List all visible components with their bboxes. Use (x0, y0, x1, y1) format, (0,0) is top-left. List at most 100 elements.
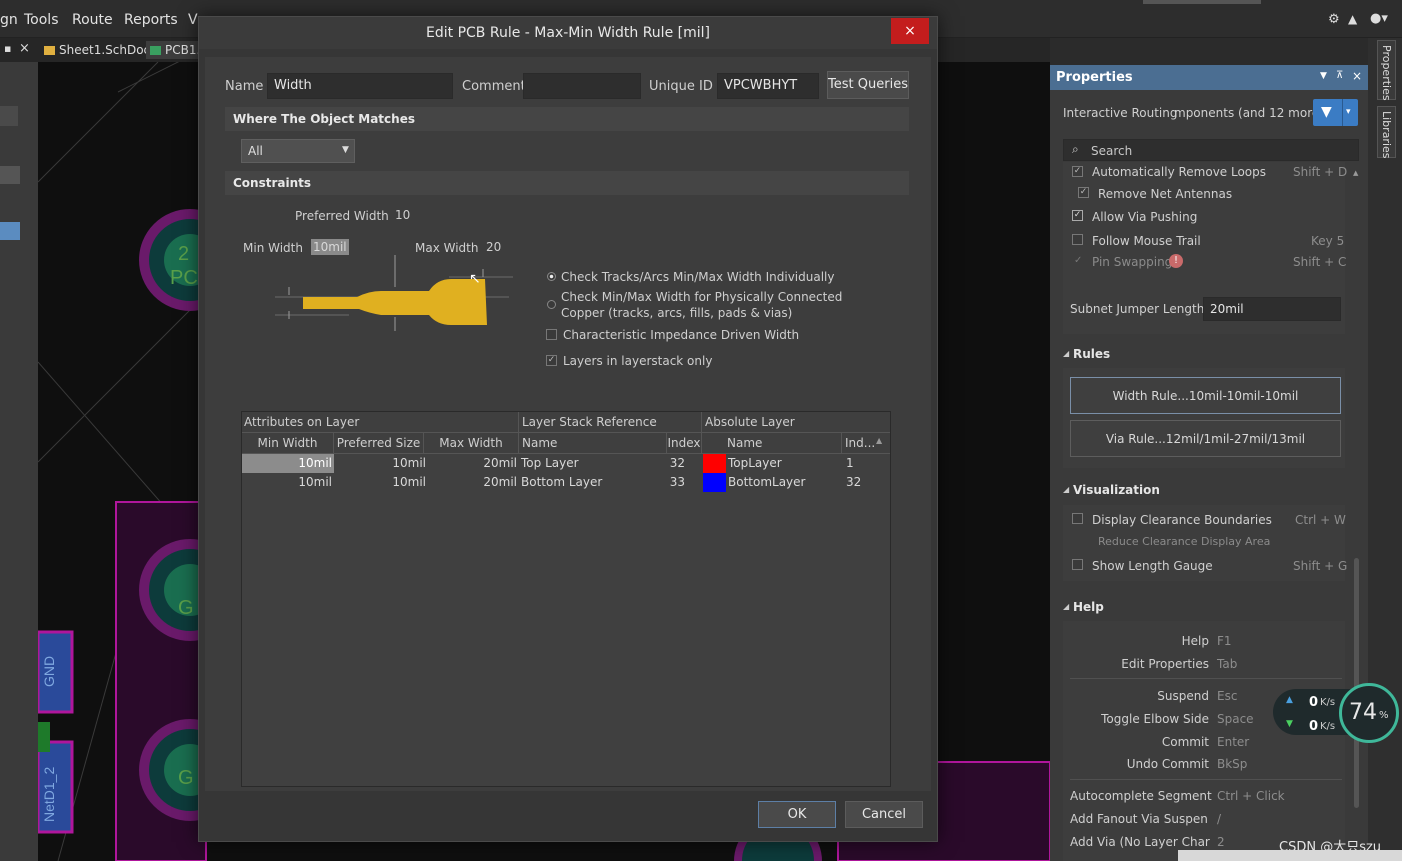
table-row-1-max[interactable]: 20mil (424, 454, 519, 473)
visualization-section-title[interactable]: Visualization (1073, 483, 1160, 497)
menu-route[interactable]: Route (72, 12, 113, 28)
allow-via-pushing-label[interactable]: Allow Via Pushing (1092, 210, 1197, 224)
help-section-title[interactable]: Help (1073, 600, 1104, 614)
table-row-2-pref[interactable]: 10mil (334, 473, 426, 492)
search-placeholder: Search (1091, 144, 1133, 158)
col-abs-index[interactable]: Ind... (842, 433, 890, 454)
follow-mouse-trail-label[interactable]: Follow Mouse Trail (1092, 234, 1201, 248)
filter-button[interactable]: ▼ ▾ (1313, 99, 1358, 126)
table-row-2-index: 33 (669, 475, 685, 489)
side-tab-properties[interactable]: Properties (1377, 40, 1396, 101)
via-rule-button[interactable]: Via Rule...12mil/1mil-27mil/13mil (1070, 420, 1341, 457)
table-row-1-index: 32 (669, 456, 685, 470)
layerstack-checkbox[interactable]: ✓ (546, 355, 557, 366)
unique-id-input[interactable]: VPCWBHYT (717, 73, 819, 99)
help-label: Commit (1161, 735, 1209, 749)
follow-mouse-trail-checkbox[interactable] (1072, 234, 1083, 245)
col-name[interactable]: Name (519, 433, 667, 454)
help-label: Autocomplete Segment (1070, 789, 1212, 803)
remove-antennas-checkbox[interactable]: ✓ (1078, 187, 1089, 198)
search-icon: ⌕ (1072, 142, 1079, 156)
display-clearance-label[interactable]: Display Clearance Boundaries (1092, 513, 1272, 527)
close-icon[interactable]: × (19, 41, 30, 56)
menu-reports[interactable]: Reports (124, 12, 178, 28)
gear-icon[interactable]: ⚙ (1328, 12, 1340, 27)
scroll-up-icon[interactable]: ▲ (1353, 169, 1359, 179)
help-key: Ctrl + Click (1217, 789, 1285, 803)
collapse-icon[interactable]: ◢ (1063, 349, 1069, 358)
auto-remove-loops-checkbox[interactable]: ✓ (1072, 166, 1083, 177)
table-row-2-max[interactable]: 20mil (424, 473, 519, 492)
impedance-checkbox[interactable] (546, 329, 557, 340)
match-select[interactable]: All ▼ (241, 139, 355, 163)
edit-pcb-rule-dialog: Edit PCB Rule - Max-Min Width Rule [mil]… (198, 16, 938, 842)
strip-button[interactable] (0, 106, 18, 126)
layer-attributes-grid[interactable]: Attributes on Layer Layer Stack Referenc… (241, 411, 891, 787)
radio-individual-label[interactable]: Check Tracks/Arcs Min/Max Width Individu… (561, 270, 834, 284)
display-clearance-checkbox[interactable] (1072, 513, 1083, 524)
pin-icon[interactable]: ▪ (4, 42, 11, 55)
table-row-2-min[interactable]: 10mil (242, 473, 334, 492)
table-row-1-min[interactable]: 10mil (242, 454, 334, 473)
col-index[interactable]: Index (667, 433, 702, 454)
menu-view[interactable]: V (188, 12, 198, 28)
help-label: Undo Commit (1126, 757, 1209, 771)
ok-button[interactable]: OK (758, 801, 836, 828)
cpu-gauge[interactable]: 74 % (1339, 683, 1399, 743)
name-input[interactable]: Width (267, 73, 453, 99)
collapse-icon[interactable]: ◢ (1063, 602, 1069, 611)
user-icon[interactable]: ●▾ (1370, 11, 1388, 26)
layer-color-swatch[interactable] (703, 473, 726, 492)
search-input[interactable]: ⌕ Search (1063, 139, 1359, 161)
preferred-width-value[interactable]: 10 (395, 208, 410, 222)
show-length-gauge-checkbox[interactable] (1072, 559, 1083, 570)
panel-menu-icon[interactable]: ▼ (1320, 71, 1327, 81)
radio-connected-label[interactable]: Check Min/Max Width for Physically Conne… (561, 290, 842, 304)
test-queries-button[interactable]: Test Queries (827, 71, 909, 99)
remove-antennas-label[interactable]: Remove Net Antennas (1098, 187, 1232, 201)
help-label: Toggle Elbow Side (1101, 712, 1209, 726)
help-key: Esc (1217, 689, 1238, 703)
col-min-width[interactable]: Min Width (242, 433, 334, 454)
table-row-1-pref[interactable]: 10mil (334, 454, 426, 473)
cancel-button[interactable]: Cancel (845, 801, 923, 828)
impedance-checkbox-label[interactable]: Characteristic Impedance Driven Width (563, 328, 799, 342)
grid-group-header: Absolute Layer (702, 412, 890, 433)
rules-section-title[interactable]: Rules (1073, 347, 1110, 361)
subnet-jumper-input[interactable]: 20mil (1203, 297, 1341, 321)
show-length-gauge-label[interactable]: Show Length Gauge (1092, 559, 1213, 573)
pin-swapping-label[interactable]: Pin Swapping (1092, 255, 1172, 269)
close-icon[interactable]: × (1352, 69, 1362, 83)
menu-tools[interactable]: Tools (24, 12, 59, 28)
width-rule-button[interactable]: Width Rule...10mil-10mil-10mil (1070, 377, 1341, 414)
col-abs-name[interactable]: Name (702, 433, 842, 454)
shortcut: Shift + C (1293, 255, 1347, 269)
side-tab-libraries[interactable]: Libraries (1377, 106, 1396, 159)
menu-design[interactable]: gn (0, 12, 18, 28)
help-key: 2 (1217, 835, 1225, 849)
col-preferred-size[interactable]: Preferred Size (334, 433, 424, 454)
radio-connected[interactable] (547, 300, 556, 309)
filter-value[interactable]: mponents (and 12 more) (1174, 106, 1324, 120)
layerstack-checkbox-label[interactable]: Layers in layerstack only (563, 354, 712, 368)
auto-remove-loops-label[interactable]: Automatically Remove Loops (1092, 165, 1266, 179)
chevron-down-icon: ▾ (1346, 107, 1351, 117)
pin-icon[interactable]: ⊼ (1336, 70, 1343, 81)
strip-button-active[interactable] (0, 222, 20, 240)
warning-icon: ! (1169, 254, 1183, 268)
allow-via-pushing-checkbox[interactable]: ✓ (1072, 210, 1083, 221)
radio-individual[interactable] (547, 272, 556, 281)
tab-sheet1-schdoc[interactable]: Sheet1.SchDoc (44, 41, 150, 59)
comment-input[interactable] (523, 73, 641, 99)
col-max-width[interactable]: Max Width (424, 433, 519, 454)
tab-pcb1[interactable]: PCB1. (146, 41, 205, 59)
grid-group-header: Layer Stack Reference (519, 412, 702, 433)
reduce-clearance-label[interactable]: Reduce Clearance Display Area (1098, 535, 1270, 548)
strip-button[interactable] (0, 166, 20, 184)
dialog-close-button[interactable]: × (891, 18, 929, 44)
layer-color-swatch[interactable] (703, 454, 726, 473)
collapse-icon[interactable]: ◢ (1063, 485, 1069, 494)
bell-icon[interactable]: ▲ (1348, 12, 1357, 26)
where-section-header: Where The Object Matches (225, 107, 909, 131)
help-key: / (1217, 812, 1222, 826)
